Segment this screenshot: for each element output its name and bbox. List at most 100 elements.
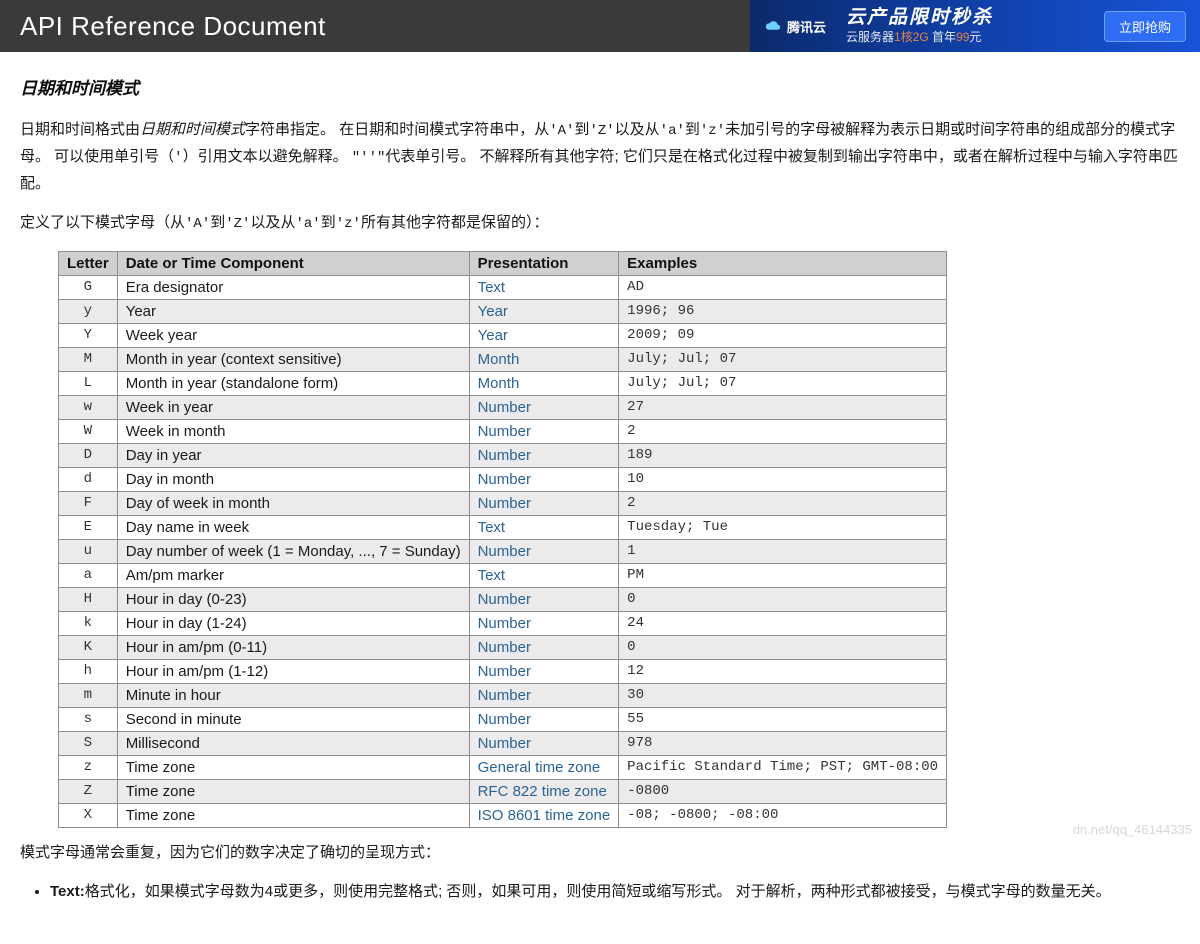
cell-examples: 24 — [619, 611, 947, 635]
presentation-link[interactable]: Number — [478, 543, 531, 560]
after-table-text: 模式字母通常会重复，因为它们的数字决定了确切的呈现方式： — [20, 840, 1180, 866]
th-presentation: Presentation — [469, 251, 619, 275]
cell-examples: 1 — [619, 539, 947, 563]
table-row: sSecond in minuteNumber55 — [59, 707, 947, 731]
ad-sm-spec: 1核2G — [894, 30, 929, 44]
presentation-link[interactable]: Text — [478, 279, 506, 296]
cloud-icon — [762, 19, 782, 33]
note-text-body: 格式化，如果模式字母数为4或更多，则使用完整格式; 否则，如果可用，则使用简短或… — [85, 883, 1111, 900]
cell-presentation: Number — [469, 707, 619, 731]
table-row: EDay name in weekTextTuesday; Tue — [59, 515, 947, 539]
presentation-link[interactable]: Number — [478, 687, 531, 704]
lit-A2: 'A' — [185, 216, 210, 232]
cell-letter: W — [59, 419, 118, 443]
presentation-link[interactable]: Month — [478, 351, 520, 368]
p1-b: 字符串指定。 在日期和时间模式字符串中，从 — [245, 121, 549, 138]
cell-examples: 978 — [619, 731, 947, 755]
cell-examples: PM — [619, 563, 947, 587]
cell-letter: w — [59, 395, 118, 419]
presentation-link[interactable]: Number — [478, 711, 531, 728]
lit-qq: "''" — [352, 150, 386, 166]
ad-brand-text: 腾讯云 — [787, 17, 826, 36]
cell-letter: L — [59, 371, 118, 395]
presentation-link[interactable]: Month — [478, 375, 520, 392]
table-row: wWeek in yearNumber27 — [59, 395, 947, 419]
presentation-link[interactable]: Text — [478, 567, 506, 584]
presentation-link[interactable]: Number — [478, 495, 531, 512]
cell-component: Day of week in month — [117, 491, 469, 515]
cell-letter: m — [59, 683, 118, 707]
cell-examples: 12 — [619, 659, 947, 683]
presentation-link[interactable]: Number — [478, 735, 531, 752]
presentation-link[interactable]: Number — [478, 615, 531, 632]
table-row: HHour in day (0-23)Number0 — [59, 587, 947, 611]
cell-component: Time zone — [117, 779, 469, 803]
paragraph-def: 定义了以下模式字母（从'A'到'Z'以及从'a'到'z'所有其他字符都是保留的）… — [20, 210, 1180, 237]
cell-presentation: Month — [469, 347, 619, 371]
cell-examples: 189 — [619, 443, 947, 467]
cell-letter: M — [59, 347, 118, 371]
note-text-label: Text: — [50, 883, 85, 900]
notes-list: Text:格式化，如果模式字母数为4或更多，则使用完整格式; 否则，如果可用，则… — [50, 879, 1180, 905]
presentation-link[interactable]: ISO 8601 time zone — [478, 807, 611, 824]
cell-examples: 2009; 09 — [619, 323, 947, 347]
table-row: XTime zoneISO 8601 time zone-08; -0800; … — [59, 803, 947, 827]
cell-examples: AD — [619, 275, 947, 299]
cell-component: Hour in am/pm (0-11) — [117, 635, 469, 659]
cell-component: Time zone — [117, 803, 469, 827]
table-row: LMonth in year (standalone form)MonthJul… — [59, 371, 947, 395]
cell-presentation: Year — [469, 323, 619, 347]
p2-c: 以及从 — [250, 214, 295, 231]
cell-presentation: Text — [469, 515, 619, 539]
ad-banner[interactable]: 腾讯云 云产品限时秒杀 云服务器1核2G 首年99元 立即抢购 — [750, 0, 1200, 52]
table-row: zTime zoneGeneral time zonePacific Stand… — [59, 755, 947, 779]
ad-sm-unit: 元 — [969, 30, 981, 44]
cell-letter: Y — [59, 323, 118, 347]
ad-cta-button[interactable]: 立即抢购 — [1104, 11, 1186, 42]
cell-letter: E — [59, 515, 118, 539]
presentation-link[interactable]: Text — [478, 519, 506, 536]
table-row: KHour in am/pm (0-11)Number0 — [59, 635, 947, 659]
presentation-link[interactable]: Number — [478, 471, 531, 488]
presentation-link[interactable]: Year — [478, 303, 508, 320]
cell-component: Hour in day (0-23) — [117, 587, 469, 611]
cell-examples: 55 — [619, 707, 947, 731]
th-component: Date or Time Component — [117, 251, 469, 275]
presentation-link[interactable]: Number — [478, 663, 531, 680]
p1-g: ）引用文本以避免解释。 — [183, 148, 348, 165]
lit-a: 'a' — [660, 123, 685, 139]
presentation-link[interactable]: Year — [478, 327, 508, 344]
presentation-link[interactable]: Number — [478, 639, 531, 656]
cell-letter: u — [59, 539, 118, 563]
table-header-row: Letter Date or Time Component Presentati… — [59, 251, 947, 275]
topbar: API Reference Document 腾讯云 云产品限时秒杀 云服务器1… — [0, 0, 1200, 52]
cell-examples: 2 — [619, 491, 947, 515]
cell-component: Day number of week (1 = Monday, ..., 7 =… — [117, 539, 469, 563]
cell-presentation: Number — [469, 731, 619, 755]
cell-presentation: ISO 8601 time zone — [469, 803, 619, 827]
p1-a: 日期和时间格式由 — [20, 121, 140, 138]
ad-slogan-small: 云服务器1核2G 首年99元 — [846, 30, 1104, 44]
lit-Z: 'Z' — [589, 123, 614, 139]
cell-component: Week year — [117, 323, 469, 347]
cell-letter: X — [59, 803, 118, 827]
cell-component: Month in year (standalone form) — [117, 371, 469, 395]
cell-letter: s — [59, 707, 118, 731]
presentation-link[interactable]: Number — [478, 591, 531, 608]
table-row: YWeek year Year 2009; 09 — [59, 323, 947, 347]
cell-presentation: Number — [469, 443, 619, 467]
cell-presentation: Number — [469, 659, 619, 683]
presentation-link[interactable]: Number — [478, 447, 531, 464]
presentation-link[interactable]: Number — [478, 423, 531, 440]
cell-letter: K — [59, 635, 118, 659]
section-heading: 日期和时间模式 — [20, 74, 1180, 99]
presentation-link[interactable]: Number — [478, 399, 531, 416]
p2-d: 到 — [321, 214, 336, 231]
cell-presentation: General time zone — [469, 755, 619, 779]
table-row: hHour in am/pm (1-12)Number12 — [59, 659, 947, 683]
presentation-link[interactable]: RFC 822 time zone — [478, 783, 607, 800]
presentation-link[interactable]: General time zone — [478, 759, 601, 776]
table-row: mMinute in hourNumber30 — [59, 683, 947, 707]
cell-examples: 30 — [619, 683, 947, 707]
cell-component: Day in month — [117, 467, 469, 491]
